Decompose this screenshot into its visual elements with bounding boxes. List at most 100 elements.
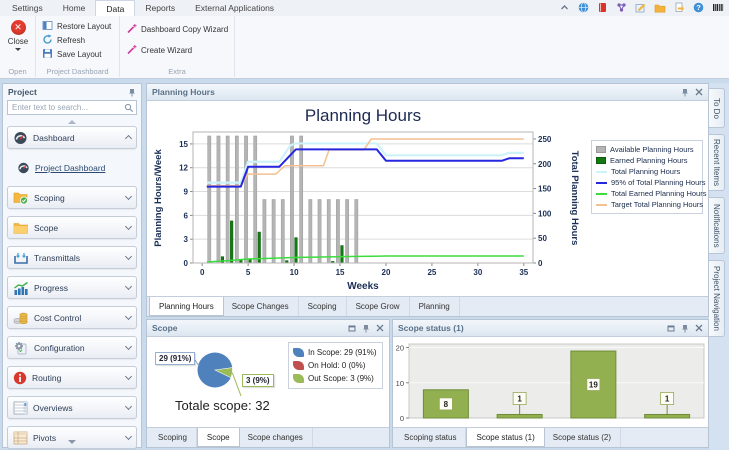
sidebar-item-project-dashboard[interactable]: Project Dashboard	[17, 156, 137, 179]
tab-planning[interactable]: Planning	[410, 297, 460, 316]
sidebar-item-transmittals[interactable]: Transmittals	[7, 246, 137, 269]
refresh-button[interactable]: Refresh	[39, 33, 116, 47]
project-panel-header: Project	[3, 84, 141, 99]
sidebar-item-progress[interactable]: Progress	[7, 276, 137, 299]
tab-scope[interactable]: Scope	[197, 428, 240, 447]
sidebar-item-pivots[interactable]: Pivots	[7, 426, 137, 449]
sidebar-item-overviews[interactable]: Overviews	[7, 396, 137, 419]
search-input[interactable]	[7, 100, 137, 115]
maximize-icon[interactable]	[348, 325, 356, 332]
dock-tab-todo[interactable]: To Do	[709, 88, 725, 128]
close-icon[interactable]	[376, 324, 384, 332]
tab-scope-status-1[interactable]: Scope status (1)	[466, 428, 544, 447]
sidebar-item-configuration[interactable]: Configuration	[7, 336, 137, 359]
sidebar-item-label: Progress	[34, 283, 121, 293]
svg-text:6: 6	[184, 211, 189, 220]
scope-panel: Scope 29 (91%) 3 (9%) In Scope: 29 (91%)…	[146, 319, 390, 448]
sidebar-item-cost-control[interactable]: Cost Control	[7, 306, 137, 329]
close-button[interactable]: ✕ Close	[3, 18, 33, 51]
ribbon-tab-settings[interactable]: Settings	[2, 0, 53, 16]
sidebar-item-scoping[interactable]: Scoping	[7, 186, 137, 209]
ribbon-tab-external-applications[interactable]: External Applications	[185, 0, 284, 16]
save-layout-button[interactable]: Save Layout	[39, 47, 116, 61]
collapse-ribbon-icon[interactable]	[559, 2, 570, 13]
dashboard-copy-wizard-label: Dashboard Copy Wizard	[141, 25, 228, 34]
planning-hours-panel: Planning Hours Planning Hours03691215050…	[146, 83, 709, 317]
tab-scope-status-2[interactable]: Scope status (2)	[544, 428, 621, 447]
ribbon-group-extra: Dashboard Copy Wizard Create Wizard Extr…	[120, 16, 235, 77]
tab-scoping-status[interactable]: Scoping status	[395, 428, 466, 447]
tab-scoping[interactable]: Scoping	[149, 428, 197, 447]
svg-text:250: 250	[538, 135, 552, 144]
planning-panel-header: Planning Hours	[147, 84, 708, 101]
wizard-wand-icon	[126, 23, 137, 36]
svg-text:150: 150	[538, 185, 552, 194]
dock-tab-notifications[interactable]: Notifications	[709, 197, 725, 254]
svg-text:50: 50	[538, 234, 547, 243]
edit-icon[interactable]	[635, 2, 646, 13]
svg-text:20: 20	[396, 344, 404, 353]
svg-text:1: 1	[517, 394, 522, 403]
legend-swatch-on-hold	[293, 361, 304, 370]
legend-swatch-in-scope	[293, 348, 304, 357]
status-panel-header: Scope status (1)	[393, 320, 708, 337]
help-icon[interactable]: ?	[693, 2, 704, 13]
group-label-extra: Extra	[120, 67, 234, 76]
tab-scoping[interactable]: Scoping	[299, 297, 347, 316]
scope-panel-title: Scope	[152, 323, 178, 333]
ribbon-group-project-dashboard: Restore Layout Refresh Save Layout Proje…	[36, 16, 120, 77]
group-label-open: Open	[0, 67, 35, 76]
manual-book-icon[interactable]	[597, 2, 608, 13]
pin-icon[interactable]	[681, 324, 689, 333]
ribbon: Settings Home Data Reports External Appl…	[0, 0, 729, 79]
window-icon-bar: ?	[559, 2, 724, 13]
create-wizard-button[interactable]: Create Wizard	[123, 43, 231, 57]
pin-icon[interactable]	[681, 88, 689, 97]
barcode-icon[interactable]	[712, 2, 724, 13]
dock-tab-project-navigation[interactable]: Project Navigation	[709, 260, 725, 337]
svg-text:0: 0	[200, 268, 205, 277]
tab-scope-changes[interactable]: Scope Changes	[223, 297, 299, 316]
scope-panel-header: Scope	[147, 320, 389, 337]
tab-scope-changes[interactable]: Scope changes	[239, 428, 313, 447]
svg-text:5: 5	[246, 268, 251, 277]
pin-icon[interactable]	[128, 88, 136, 97]
folder-icon[interactable]	[654, 2, 666, 13]
maximize-icon[interactable]	[667, 325, 675, 332]
ribbon-tab-data[interactable]: Data	[95, 0, 135, 16]
refresh-icon	[42, 34, 53, 47]
chevron-down-icon	[125, 433, 132, 440]
tab-planning-hours[interactable]: Planning Hours	[149, 297, 224, 316]
pin-icon[interactable]	[362, 324, 370, 333]
legend-row: Total Planning Hours	[596, 166, 698, 177]
dock-tab-recent-items[interactable]: Recent Items	[709, 134, 725, 191]
tab-scope-grow[interactable]: Scope Grow	[347, 297, 410, 316]
sidebar-item-scope[interactable]: Scope	[7, 216, 137, 239]
dashboard-copy-wizard-button[interactable]: Dashboard Copy Wizard	[123, 22, 231, 36]
svg-text:Planning Hours/Week: Planning Hours/Week	[153, 149, 164, 247]
export-icon[interactable]	[674, 2, 685, 13]
ribbon-tab-reports[interactable]: Reports	[135, 0, 185, 16]
share-nodes-icon[interactable]	[616, 2, 627, 13]
globe-icon[interactable]	[578, 2, 589, 13]
ribbon-tab-home[interactable]: Home	[53, 0, 96, 16]
planning-panel-title: Planning Hours	[152, 87, 215, 97]
planning-chart-legend: Available Planning HoursEarned Planning …	[591, 140, 703, 214]
sidebar-item-label: Overviews	[33, 403, 121, 413]
sidebar-item-label: Cost Control	[34, 313, 121, 323]
sidebar-item-routing[interactable]: Routing	[7, 366, 137, 389]
sidebar-item-dashboard[interactable]: Dashboard	[7, 126, 137, 149]
table-list-icon	[13, 401, 28, 415]
project-panel-title: Project	[8, 87, 37, 97]
restore-layout-label: Restore Layout	[57, 22, 111, 31]
sidebar-item-label: Routing	[32, 373, 121, 383]
scope-pie-legend: In Scope: 29 (91%) On Hold: 0 (0%) Out S…	[288, 342, 383, 389]
svg-text:200: 200	[538, 160, 552, 169]
restore-layout-button[interactable]: Restore Layout	[39, 19, 116, 33]
scope-status-bar-chart: 0102081191	[393, 338, 708, 428]
coins-icon	[13, 311, 29, 325]
scroll-up-hint[interactable]	[3, 117, 141, 126]
close-icon[interactable]	[695, 324, 703, 332]
scroll-down-hint[interactable]	[3, 440, 141, 444]
close-icon[interactable]	[695, 88, 703, 96]
